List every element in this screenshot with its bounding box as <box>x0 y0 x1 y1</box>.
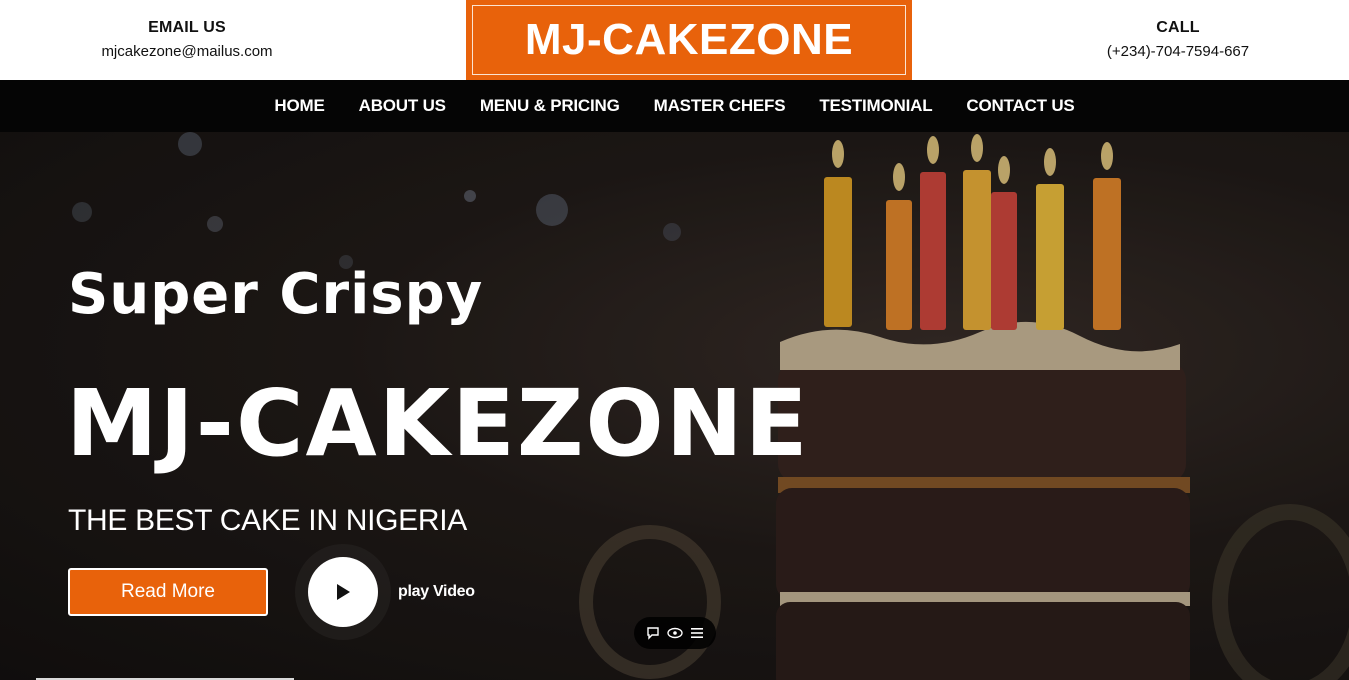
brand-frame: MJ-CAKEZONE <box>472 5 906 75</box>
email-heading: EMAIL US <box>148 19 226 36</box>
comment-icon[interactable] <box>644 624 662 642</box>
hero-subtitle: THE BEST CAKE IN NIGERIA <box>68 504 468 537</box>
nav-about-us[interactable]: ABOUT US <box>359 96 446 116</box>
hero-tagline: Super Crispy <box>68 262 484 327</box>
floating-toolbar <box>634 617 716 649</box>
call-contact: CALL (+234)-704-7594-667 <box>1048 18 1308 62</box>
play-video-label[interactable]: play Video <box>398 583 475 601</box>
main-nav: HOME ABOUT US MENU & PRICING MASTER CHEF… <box>0 80 1349 132</box>
nav-master-chefs[interactable]: MASTER CHEFS <box>654 96 786 116</box>
play-video-button[interactable] <box>308 557 378 627</box>
email-contact: EMAIL US mjcakezone@mailus.com <box>57 18 317 62</box>
nav-menu-pricing[interactable]: MENU & PRICING <box>480 96 620 116</box>
brand-logo[interactable]: MJ-CAKEZONE <box>466 0 912 80</box>
play-icon <box>337 584 350 600</box>
eye-icon[interactable] <box>666 624 684 642</box>
read-more-button[interactable]: Read More <box>68 568 268 616</box>
call-heading: CALL <box>1156 19 1200 36</box>
nav-contact-us[interactable]: CONTACT US <box>966 96 1074 116</box>
top-header: EMAIL US mjcakezone@mailus.com MJ-CAKEZO… <box>0 0 1349 80</box>
nav-testimonial[interactable]: TESTIMONIAL <box>819 96 932 116</box>
phone-number[interactable]: (+234)-704-7594-667 <box>1048 42 1308 62</box>
brand-name: MJ-CAKEZONE <box>524 15 854 64</box>
menu-icon[interactable] <box>688 624 706 642</box>
hero-section: Super Crispy MJ-CAKEZONE THE BEST CAKE I… <box>0 132 1349 680</box>
hero-title: MJ-CAKEZONE <box>66 370 810 477</box>
email-address[interactable]: mjcakezone@mailus.com <box>57 42 317 62</box>
nav-home[interactable]: HOME <box>274 96 324 116</box>
